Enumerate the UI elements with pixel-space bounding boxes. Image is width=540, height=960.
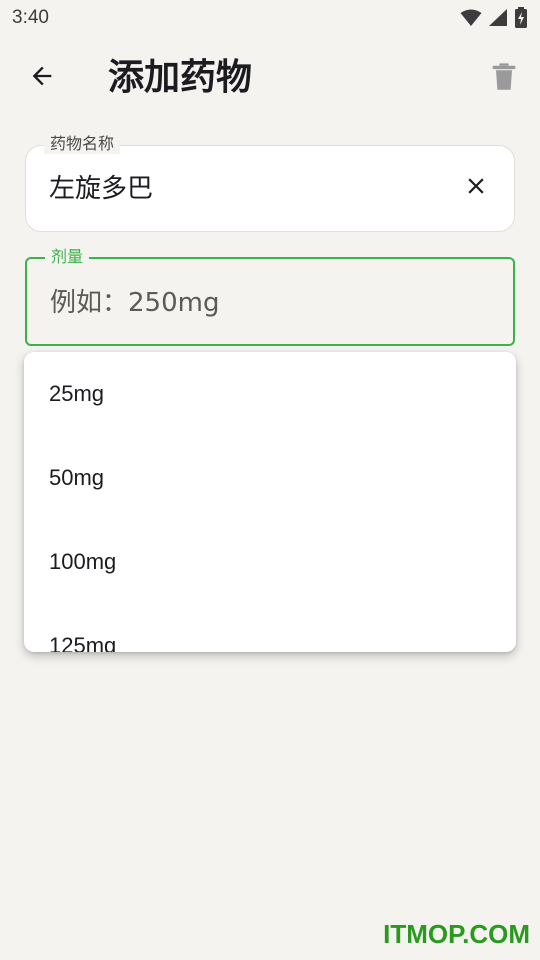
status-time: 3:40 [12, 7, 49, 28]
medication-name-label: 药物名称 [44, 134, 121, 154]
delete-button[interactable] [480, 54, 528, 102]
dropdown-option[interactable]: 50mg [24, 436, 516, 520]
medication-name-field[interactable]: 药物名称 左旋多巴 [25, 134, 515, 232]
medication-name-value[interactable]: 左旋多巴 [49, 171, 153, 207]
status-bar: 3:40 [0, 0, 540, 36]
dosage-field[interactable]: 剂量 例如：250mg [25, 247, 515, 346]
page-title: 添加药物 [108, 57, 253, 98]
dropdown-option[interactable]: 100mg [24, 520, 516, 604]
signal-icon [488, 9, 508, 27]
trash-icon [490, 60, 518, 96]
app-bar: 添加药物 [0, 46, 540, 110]
wifi-icon [460, 9, 482, 27]
battery-charging-icon [514, 7, 528, 29]
watermark: ITMOP.COM [383, 919, 530, 949]
close-icon [463, 173, 489, 203]
back-button[interactable] [18, 54, 66, 102]
dropdown-option[interactable]: 25mg [24, 352, 516, 436]
dosage-label: 剂量 [45, 247, 90, 267]
dropdown-option[interactable]: 125mg [24, 604, 516, 652]
clear-name-button[interactable] [456, 168, 496, 208]
dosage-suggestions-dropdown: 25mg 50mg 100mg 125mg [24, 352, 516, 652]
dosage-placeholder[interactable]: 例如：250mg [50, 285, 219, 321]
back-arrow-icon [28, 62, 56, 94]
status-icons [460, 7, 528, 29]
